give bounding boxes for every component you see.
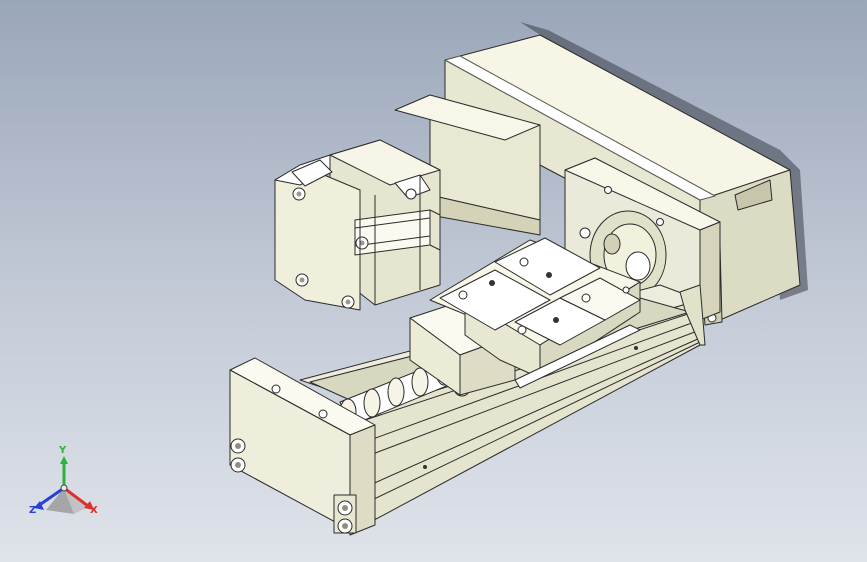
orientation-triad[interactable]: Y X Z xyxy=(24,445,104,528)
y-axis-label: Y xyxy=(59,445,67,456)
x-axis-label: X xyxy=(90,505,98,516)
linear-actuator-model[interactable] xyxy=(0,0,867,562)
z-axis-label: Z xyxy=(29,505,37,516)
3d-viewport[interactable]: Y X Z xyxy=(0,0,867,562)
triad-graphic xyxy=(34,456,94,514)
